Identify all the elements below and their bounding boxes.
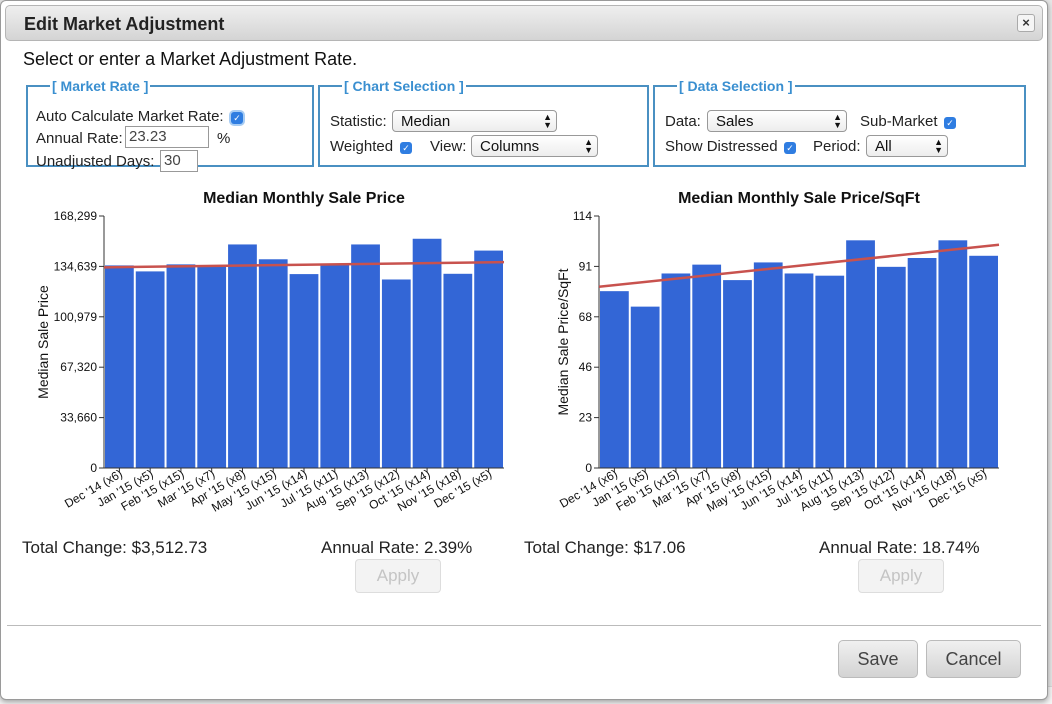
bar: [846, 240, 875, 468]
y-tick-label: 67,320: [60, 360, 97, 374]
right-apply-button[interactable]: Apply: [858, 559, 944, 593]
select-arrows-icon: ▲ ▼: [584, 137, 593, 155]
data-select[interactable]: Sales ▲ ▼: [707, 110, 847, 132]
cancel-button[interactable]: Cancel: [926, 640, 1021, 678]
save-button[interactable]: Save: [838, 640, 918, 678]
y-tick-label: 134,639: [54, 259, 98, 273]
bar: [135, 271, 165, 468]
bar: [723, 280, 752, 468]
y-tick-label: 33,660: [60, 411, 97, 425]
y-axis-title: Median Sale Price: [35, 285, 51, 399]
left-total-change: Total Change: $3,512.73: [22, 538, 208, 557]
y-tick-label: 0: [90, 461, 97, 475]
bar: [474, 250, 503, 468]
view-select-value: Columns: [480, 138, 540, 155]
close-icon[interactable]: ×: [1017, 14, 1035, 32]
bar: [105, 265, 134, 468]
edit-market-adjustment-dialog: Edit Market Adjustment × Select or enter…: [0, 0, 1048, 700]
y-tick-label: 168,299: [54, 209, 98, 223]
y-tick-label: 114: [573, 209, 592, 223]
sub-market-label: Sub-Market: [860, 113, 938, 130]
bar: [443, 273, 473, 468]
bar: [784, 273, 814, 468]
market-rate-legend: [ Market Rate ]: [52, 78, 149, 94]
bar: [876, 266, 906, 468]
bar: [600, 291, 629, 468]
bar: [351, 244, 380, 468]
bar: [630, 306, 660, 468]
bar: [661, 273, 691, 468]
left-chart: 033,66067,320100,979134,639168,299Dec '1…: [35, 209, 505, 515]
dialog-titlebar: Edit Market Adjustment ×: [5, 5, 1043, 41]
market-rate-group: [ Market Rate ] Auto Calculate Market Ra…: [26, 78, 314, 172]
bar: [907, 258, 937, 468]
annual-rate-label: Annual Rate:: [36, 130, 123, 147]
data-selection-legend: [ Data Selection ]: [679, 78, 793, 94]
bar: [228, 244, 257, 468]
bar: [969, 255, 998, 468]
auto-calculate-checkbox[interactable]: ✓: [231, 112, 243, 124]
period-select[interactable]: All ▲ ▼: [866, 135, 948, 157]
unadjusted-days-input[interactable]: 30: [160, 150, 198, 172]
view-label: View:: [430, 138, 467, 155]
chart-selection-legend: [ Chart Selection ]: [344, 78, 464, 94]
unadjusted-days-label: Unadjusted Days:: [36, 153, 155, 170]
statistic-select-value: Median: [401, 113, 451, 130]
auto-calculate-label: Auto Calculate Market Rate:: [36, 108, 224, 125]
y-tick-label: 68: [579, 310, 593, 324]
y-tick-label: 46: [579, 360, 593, 374]
bar: [320, 264, 350, 468]
weighted-label: Weighted: [330, 138, 394, 155]
view-select[interactable]: Columns ▲ ▼: [471, 135, 598, 157]
left-annual-rate: Annual Rate: 2.39%: [321, 538, 473, 557]
bar: [258, 259, 288, 468]
select-arrows-icon: ▲ ▼: [543, 112, 552, 130]
sub-market-checkbox[interactable]: ✓: [944, 117, 956, 129]
period-select-value: All: [875, 138, 892, 155]
period-label: Period:: [813, 138, 861, 155]
instruction-text: Select or enter a Market Adjustment Rate…: [23, 49, 358, 69]
statistic-label: Statistic:: [330, 113, 387, 130]
bar: [289, 274, 319, 468]
trend-line: [103, 260, 505, 269]
data-label: Data:: [665, 113, 701, 130]
left-apply-button[interactable]: Apply: [355, 559, 441, 593]
y-tick-label: 91: [579, 259, 593, 273]
bar: [412, 238, 442, 468]
show-distressed-checkbox[interactable]: ✓: [784, 142, 796, 154]
weighted-checkbox[interactable]: ✓: [400, 142, 412, 154]
y-tick-label: 100,979: [54, 310, 98, 324]
y-tick-label: 0: [585, 461, 592, 475]
annual-rate-input[interactable]: 23.23: [125, 126, 209, 148]
right-annual-rate: Annual Rate: 18.74%: [819, 538, 980, 557]
chart-selection-group: [ Chart Selection ] Statistic: Median ▲ ▼…: [318, 78, 649, 167]
bar: [381, 279, 411, 468]
data-select-value: Sales: [716, 113, 754, 130]
footer-divider: [7, 625, 1041, 626]
right-total-change: Total Change: $17.06: [524, 538, 686, 557]
bar: [815, 275, 845, 468]
y-axis-title: Median Sale Price/SqFt: [555, 268, 571, 415]
bar: [166, 264, 196, 468]
right-chart: 023466891114Dec '14 (x6)Jan '15 (x5)Feb …: [555, 209, 1000, 515]
select-arrows-icon: ▲ ▼: [934, 137, 943, 155]
bar: [197, 265, 227, 468]
bar: [692, 264, 722, 468]
data-selection-group: [ Data Selection ] Data: Sales ▲ ▼ Sub-Ma…: [653, 78, 1026, 167]
percent-label: %: [217, 130, 231, 147]
bar: [938, 240, 968, 468]
dialog-title: Edit Market Adjustment: [24, 14, 225, 34]
select-arrows-icon: ▲ ▼: [833, 112, 842, 130]
bar: [753, 262, 783, 468]
y-tick-label: 23: [579, 411, 593, 425]
show-distressed-label: Show Distressed: [665, 138, 778, 155]
statistic-select[interactable]: Median ▲ ▼: [392, 110, 557, 132]
